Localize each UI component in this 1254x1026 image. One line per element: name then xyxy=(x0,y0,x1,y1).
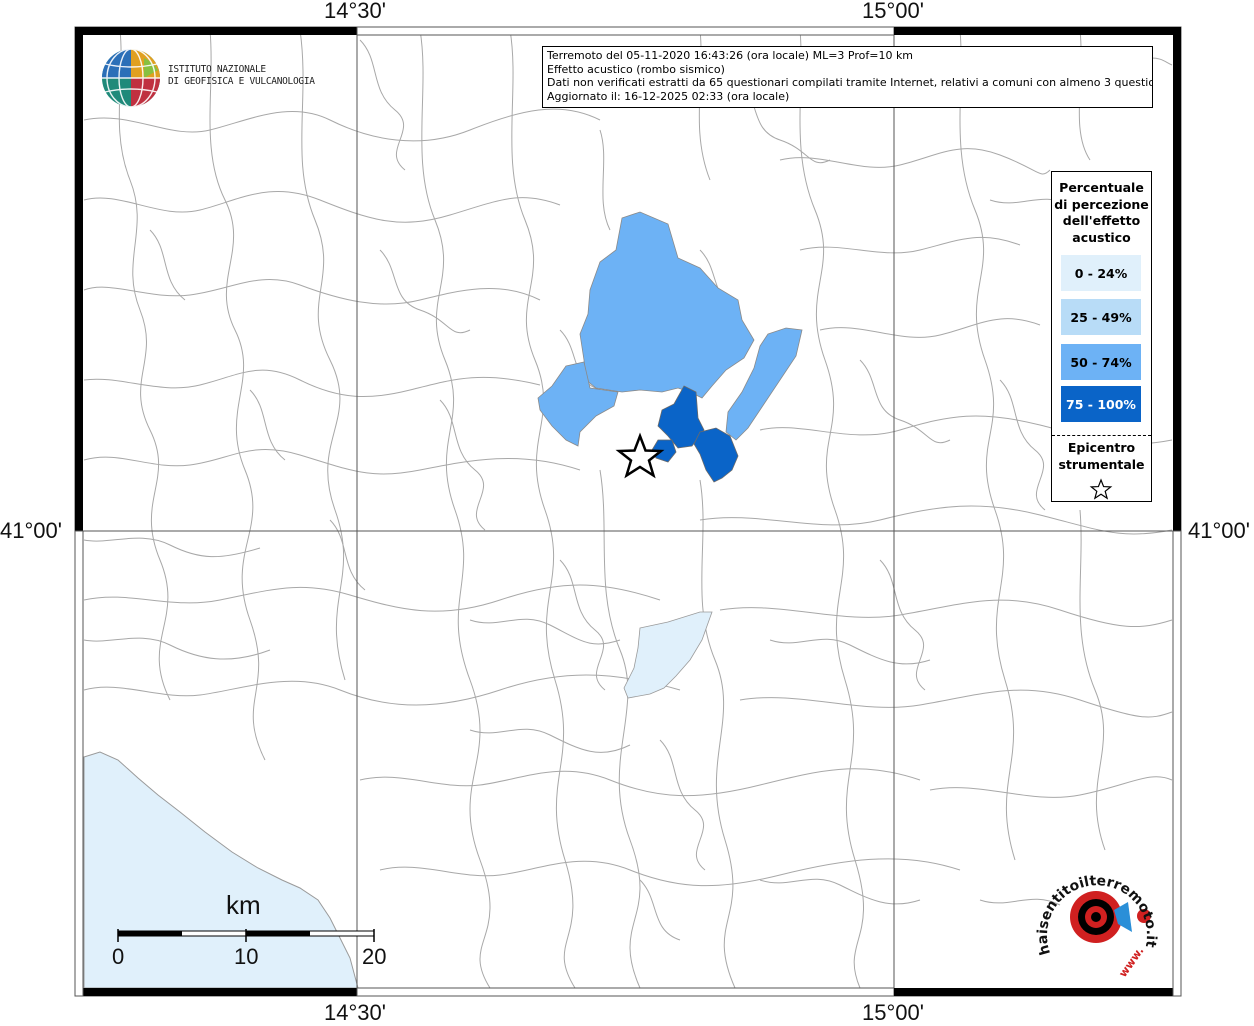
legend-epicenter-line: Epicentro xyxy=(1067,440,1136,455)
institution-line-2: DI GEOFISICA E VULCANOLOGIA xyxy=(168,76,315,87)
legend-item-75-100: 75 - 100% xyxy=(1061,386,1141,422)
legend-title-line: Percentuale xyxy=(1059,180,1144,195)
lon-label-bottom-left: 14°30' xyxy=(324,1000,386,1025)
star-icon xyxy=(1089,478,1113,500)
legend-item-50-74: 50 - 74% xyxy=(1061,344,1141,380)
scale-unit-label: km xyxy=(226,890,261,920)
info-line-3: Dati non verificati estratti da 65 quest… xyxy=(547,76,1153,89)
lat-label-right: 41°00' xyxy=(1188,518,1250,543)
institution-line-1: ISTITUTO NAZIONALE xyxy=(168,64,266,75)
scale-tick-0: 0 xyxy=(112,944,125,969)
legend-title: Percentuale di percezione dell'effetto a… xyxy=(1052,180,1151,246)
legend-epicenter-label: Epicentro strumentale xyxy=(1052,440,1151,473)
ingv-globe-icon xyxy=(102,48,160,108)
institution-name: ISTITUTO NAZIONALE DI GEOFISICA E VULCAN… xyxy=(168,64,315,88)
lon-label-top-right: 15°00' xyxy=(862,0,924,23)
legend-epicenter-line: strumentale xyxy=(1058,456,1145,472)
legend-title-line: acustico xyxy=(1072,229,1131,245)
info-line-4: Aggiornato il: 16-12-2025 02:33 (ora loc… xyxy=(547,89,790,103)
legend-item-25-49: 25 - 49% xyxy=(1061,299,1141,335)
info-line-2: Effetto acustico (rombo sismico) xyxy=(547,62,725,76)
legend: Percentuale di percezione dell'effetto a… xyxy=(1051,171,1152,502)
earthquake-info-box: Terremoto del 05-11-2020 16:43:26 (ora l… xyxy=(542,46,1153,108)
lon-label-top-left: 14°30' xyxy=(324,0,386,23)
haisentito-logo: haisentitoilterremoto.it www. xyxy=(1035,873,1159,980)
scale-tick-20: 20 xyxy=(362,944,387,969)
watermark-prefix: www. xyxy=(1116,944,1146,979)
lon-label-bottom-right: 15°00' xyxy=(862,1000,924,1025)
legend-title-line: di percezione xyxy=(1054,196,1149,212)
legend-separator xyxy=(1052,435,1151,436)
info-line-1: Terremoto del 05-11-2020 16:43:26 (ora l… xyxy=(547,49,914,62)
legend-title-line: dell'effetto xyxy=(1062,213,1141,228)
scale-tick-10: 10 xyxy=(234,944,259,969)
lat-label-left: 41°00' xyxy=(0,518,62,543)
legend-item-0-24: 0 - 24% xyxy=(1061,255,1141,291)
